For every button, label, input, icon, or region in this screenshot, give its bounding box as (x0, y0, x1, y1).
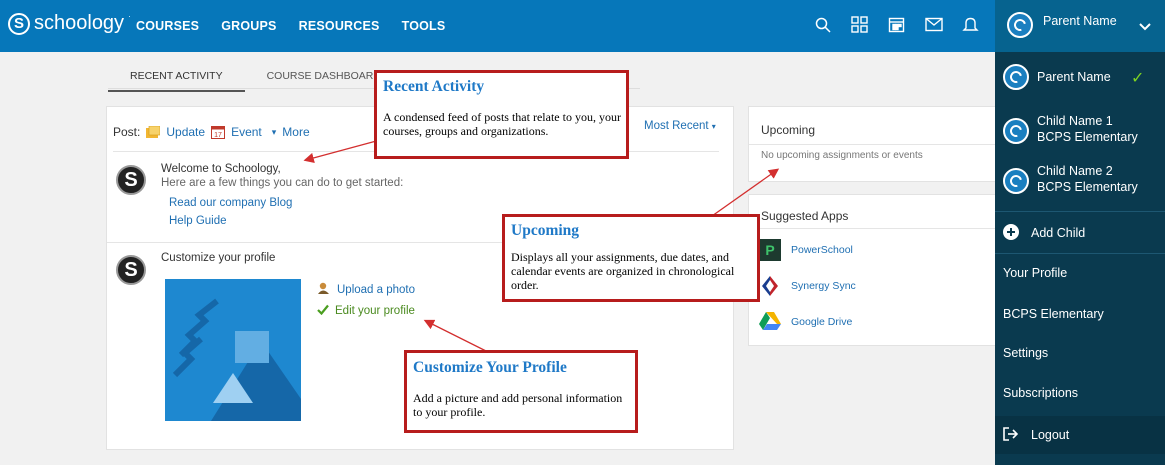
logo-trademark: · (128, 12, 131, 21)
schoology-avatar: S (116, 255, 146, 285)
upcoming-empty-text: No upcoming assignments or events (761, 150, 923, 161)
callout-upcoming: Upcoming Displays all your assignments, … (502, 214, 760, 302)
nav-resources[interactable]: RESOURCES (299, 19, 380, 33)
nav-icon-group (812, 14, 981, 35)
card-divider (749, 228, 999, 229)
upcoming-title: Upcoming (761, 123, 816, 137)
plus-circle-icon (1003, 224, 1019, 245)
app-label: Google Drive (791, 316, 853, 328)
chevron-down-icon: ▾ (711, 122, 716, 131)
more-dropdown-icon: ▾ (271, 126, 277, 137)
logout-label: Logout (1031, 428, 1070, 442)
menu-settings[interactable]: Settings (1003, 346, 1048, 360)
welcome-subtitle: Here are a few things you can do to get … (161, 177, 404, 189)
app-powerschool[interactable]: P PowerSchool (759, 239, 853, 261)
child-avatar (1003, 168, 1029, 194)
event-icon: 17 (211, 125, 226, 139)
add-child-button[interactable]: Add Child (995, 220, 1165, 244)
menu-divider (995, 253, 1165, 254)
welcome-title: Welcome to Schoology, (161, 163, 281, 175)
powerschool-icon: P (759, 239, 781, 261)
menu-divider (995, 211, 1165, 212)
child-avatar (1003, 118, 1029, 144)
upload-icon (317, 281, 331, 298)
menu-subscriptions[interactable]: Subscriptions (1003, 386, 1078, 400)
checkmark-icon (317, 304, 329, 318)
suggested-apps-title: Suggested Apps (761, 209, 849, 223)
sort-dropdown[interactable]: Most Recent ▾ (644, 120, 716, 132)
card-divider (749, 144, 999, 145)
sort-label: Most Recent (644, 120, 709, 132)
profile-placeholder-image (165, 279, 301, 421)
child-school: BCPS Elementary (1037, 130, 1138, 144)
child-name: Child Name 2 (1037, 164, 1113, 178)
customize-title: Customize your profile (161, 252, 276, 264)
callout-body: Displays all your assignments, due dates… (511, 250, 735, 292)
help-guide-link[interactable]: Help Guide (169, 215, 227, 227)
child-info: Child Name 1 BCPS Elementary (1037, 113, 1138, 145)
callout-recent-activity: Recent Activity A condensed feed of post… (374, 70, 629, 159)
logout-icon (1003, 427, 1019, 446)
mail-icon[interactable] (923, 14, 944, 35)
account-avatar (1007, 12, 1033, 38)
search-icon[interactable] (812, 14, 833, 35)
suggested-apps-card: Suggested Apps P PowerSchool Synergy Syn… (748, 194, 999, 346)
post-update-link[interactable]: Update (166, 125, 205, 139)
synergy-sync-icon (759, 275, 781, 297)
app-label: Synergy Sync (791, 280, 856, 292)
post-toolbar: Post: Update 17 Event ▾ More (113, 125, 310, 139)
post-label: Post: (113, 125, 141, 139)
callout-body: A condensed feed of posts that relate to… (383, 110, 621, 138)
child-name: Child Name 1 (1037, 114, 1113, 128)
callout-customize-profile: Customize Your Profile Add a picture and… (404, 350, 638, 433)
svg-text:P: P (765, 242, 774, 258)
app-label: PowerSchool (791, 244, 853, 256)
account-current-user[interactable]: Parent Name ✓ (995, 60, 1165, 94)
callout-title: Recent Activity (383, 78, 485, 95)
schoology-avatar: S (116, 165, 146, 195)
callout-title: Customize Your Profile (413, 359, 567, 376)
menu-your-profile[interactable]: Your Profile (1003, 266, 1067, 280)
edit-profile-action[interactable]: Edit your profile (317, 304, 415, 318)
child-info: Child Name 2 BCPS Elementary (1037, 163, 1138, 195)
chevron-down-icon[interactable] (1139, 18, 1151, 36)
account-header[interactable]: Parent Name (995, 0, 1165, 52)
user-avatar (1003, 64, 1029, 90)
schoology-logo[interactable]: S schoology · (8, 12, 131, 35)
current-user-name: Parent Name (1037, 70, 1111, 84)
upload-photo-action[interactable]: Upload a photo (317, 281, 415, 298)
logo-text: schoology (34, 12, 125, 34)
calendar-icon[interactable] (886, 14, 907, 35)
nav-groups[interactable]: GROUPS (221, 19, 276, 33)
google-drive-icon (759, 311, 781, 333)
add-child-label: Add Child (1031, 226, 1086, 240)
child-school: BCPS Elementary (1037, 180, 1138, 194)
nav-courses[interactable]: COURSES (136, 19, 199, 33)
main-nav-links: COURSES GROUPS RESOURCES TOOLS (136, 19, 445, 33)
nav-tools[interactable]: TOOLS (402, 19, 446, 33)
upload-photo-label: Upload a photo (337, 283, 416, 296)
logo-mark: S (8, 12, 30, 35)
edit-profile-label: Edit your profile (335, 305, 415, 317)
app-synergy-sync[interactable]: Synergy Sync (759, 275, 856, 297)
check-icon: ✓ (1131, 70, 1145, 87)
grid-icon[interactable] (849, 14, 870, 35)
account-dropdown-menu: Parent Name Parent Name ✓ Child Name 1 B… (995, 0, 1165, 465)
callout-title: Upcoming (511, 222, 580, 239)
bell-icon[interactable] (960, 14, 981, 35)
company-blog-link[interactable]: Read our company Blog (169, 197, 292, 209)
account-child-1[interactable]: Child Name 1 BCPS Elementary (995, 110, 1165, 150)
logout-button[interactable]: Logout (995, 416, 1165, 454)
account-child-2[interactable]: Child Name 2 BCPS Elementary (995, 160, 1165, 200)
account-name: Parent Name (1043, 14, 1117, 28)
post-more-link[interactable]: More (282, 125, 309, 139)
post-event-link[interactable]: Event (231, 125, 262, 139)
upcoming-card: Upcoming No upcoming assignments or even… (748, 106, 999, 182)
svg-text:17: 17 (214, 132, 222, 139)
top-navigation-bar: S schoology · COURSES GROUPS RESOURCES T… (0, 0, 1165, 52)
callout-body: Add a picture and add personal informati… (413, 391, 623, 419)
app-google-drive[interactable]: Google Drive (759, 311, 852, 333)
update-icon (146, 125, 161, 139)
menu-school[interactable]: BCPS Elementary (1003, 307, 1104, 321)
